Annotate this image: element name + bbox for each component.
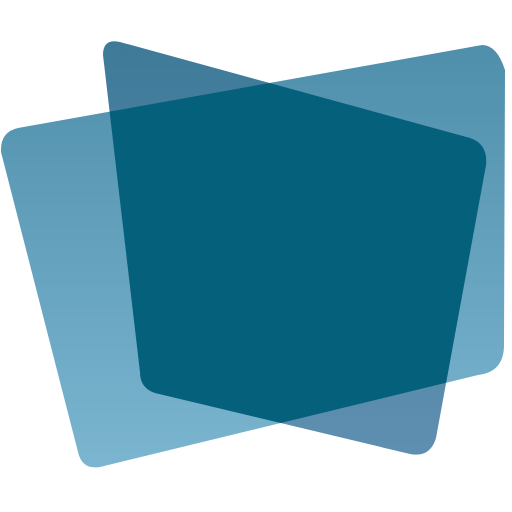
logo-mark xyxy=(0,41,506,468)
app-logo xyxy=(0,0,512,512)
